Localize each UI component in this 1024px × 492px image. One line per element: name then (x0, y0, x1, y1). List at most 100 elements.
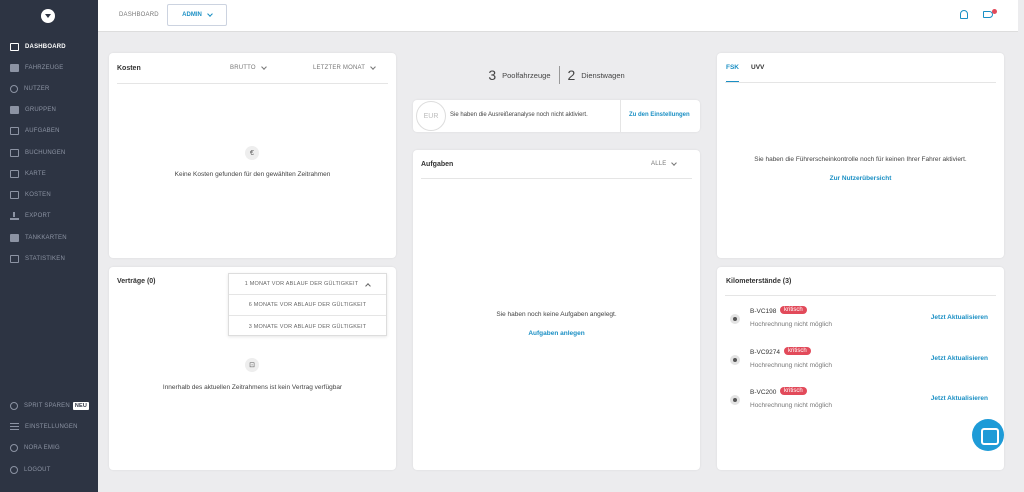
pool-count: 3 (488, 67, 497, 83)
sidebar-item-label: AUFGABEN (25, 128, 60, 134)
card-title: Verträge (0) (117, 278, 156, 285)
status-badge: kritisch (784, 347, 811, 355)
map-icon (10, 170, 19, 178)
sidebar-item-buchungen[interactable]: BUCHUNGEN (0, 144, 98, 162)
sidebar-item-label: NORA EMIG (24, 445, 60, 451)
notification-dot (992, 9, 997, 14)
settings-link[interactable]: Zu den Einstellungen (629, 112, 690, 118)
clipboard-icon (10, 127, 19, 135)
sidebar-item-logout[interactable]: LOGOUT (0, 461, 98, 479)
plate: B-VC200 (750, 389, 777, 396)
vertraege-dropdown: 1 MONAT VOR ABLAUF DER GÜLTIGKEIT 6 MONA… (228, 273, 387, 336)
update-link[interactable]: Jetzt Aktualisieren (931, 395, 988, 402)
sidebar-item-export[interactable]: EXPORT (0, 207, 98, 225)
eur-text: Sie haben die Ausreißeranalyse noch nich… (450, 112, 588, 118)
car-icon (10, 64, 19, 72)
sidebar-item-nutzer[interactable]: NUTZER (0, 80, 98, 98)
car-icon: ⊡ (245, 358, 259, 372)
user-icon (10, 85, 18, 93)
dropdown-selected[interactable]: 1 MONAT VOR ABLAUF DER GÜLTIGKEIT (229, 274, 386, 295)
sidebar-item-gruppen[interactable]: GRUPPEN (0, 101, 98, 119)
clock-icon (730, 314, 740, 324)
breadcrumb[interactable]: DASHBOARD (119, 12, 159, 18)
chevron-down-icon (206, 11, 213, 17)
kosten-card: Kosten BRUTTO LETZTER MONAT € Keine Kost… (109, 53, 396, 258)
select-label: BRUTTO (230, 65, 256, 71)
top-bar: DASHBOARD ADMIN (98, 0, 1018, 32)
dropdown-option[interactable]: 6 MONATE VOR ABLAUF DER GÜLTIGKEIT (229, 295, 386, 316)
empty-message: Keine Kosten gefunden für den gewählten … (174, 171, 331, 178)
tab-fsk[interactable]: FSK (726, 64, 739, 71)
km-row: B-VC198 kritisch Hochrechnung nicht mögl… (717, 304, 1004, 344)
sidebar-item-label: EXPORT (25, 213, 51, 219)
sidebar-item-sprit-sparen[interactable]: SPRIT SPAREN NEU (0, 397, 98, 415)
period-select[interactable]: LETZTER MONAT (313, 64, 376, 71)
filter-select[interactable]: ALLE (651, 160, 678, 167)
tab-uvv[interactable]: UVV (751, 64, 764, 71)
sidebar-item-karte[interactable]: KARTE (0, 165, 98, 183)
chevron-up-icon (365, 282, 372, 289)
euro-icon: € (245, 146, 259, 160)
sidebar-item-statistiken[interactable]: STATISTIKEN (0, 250, 98, 268)
update-link[interactable]: Jetzt Aktualisieren (931, 355, 988, 362)
calendar-icon (10, 149, 19, 157)
sidebar-item-einstellungen[interactable]: EINSTELLUNGEN (0, 418, 98, 436)
user-icon (10, 402, 18, 410)
km-row: B-VC9274 kritisch Hochrechnung nicht mög… (717, 345, 1004, 385)
status-badge: kritisch (780, 387, 807, 395)
sidebar-item-aufgaben[interactable]: AUFGABEN (0, 122, 98, 140)
clock-icon (730, 355, 740, 365)
chat-icon[interactable] (972, 419, 1004, 451)
logo-icon[interactable] (41, 9, 55, 23)
note: Hochrechnung nicht möglich (750, 402, 833, 409)
brutto-select[interactable]: BRUTTO (230, 64, 267, 71)
user-overview-link[interactable]: Zur Nutzerübersicht (717, 175, 1004, 182)
card-title: Kosten (117, 65, 141, 72)
sliders-icon (10, 423, 19, 431)
chevron-down-icon (370, 64, 376, 70)
sidebar-item-tankkarten[interactable]: TANKKARTEN (0, 229, 98, 247)
user-icon (10, 444, 18, 452)
divider (620, 100, 621, 132)
divider (725, 295, 996, 296)
chart-icon (10, 255, 19, 263)
sidebar-item-label: EINSTELLUNGEN (25, 424, 78, 430)
km-row: B-VC200 kritisch Hochrechnung nicht mögl… (717, 385, 1004, 425)
sidebar-item-label: KOSTEN (25, 192, 51, 198)
select-label: LETZTER MONAT (313, 65, 366, 71)
note: Hochrechnung nicht möglich (750, 362, 833, 369)
clock-icon (730, 395, 740, 405)
power-icon (10, 466, 18, 474)
sidebar-item-label: NUTZER (24, 86, 50, 92)
chevron-down-icon (671, 160, 678, 166)
sidebar-item-kosten[interactable]: KOSTEN (0, 186, 98, 204)
dropdown-option[interactable]: 3 MONATE VOR ABLAUF DER GÜLTIGKEIT (229, 316, 386, 337)
sidebar-item-fahrzeuge[interactable]: FAHRZEUGE (0, 59, 98, 77)
select-label: ALLE (651, 161, 667, 167)
download-icon (10, 212, 19, 220)
eur-badge: EUR (416, 101, 446, 131)
create-task-link[interactable]: Aufgaben anlegen (413, 330, 700, 337)
fleet-summary: 3 Poolfahrzeuge 2 Dienstwagen (413, 66, 700, 84)
dashboard-icon (10, 43, 19, 51)
sidebar-item-label: LOGOUT (24, 467, 51, 473)
sidebar-item-label: BUCHUNGEN (25, 150, 66, 156)
divider (117, 83, 388, 84)
divider (725, 82, 996, 83)
chevron-down-icon (260, 64, 267, 70)
aufgaben-card: Aufgaben ALLE Sie haben noch keine Aufga… (413, 150, 700, 470)
divider (558, 66, 560, 84)
admin-label: ADMIN (182, 12, 202, 18)
bell-icon[interactable] (960, 10, 968, 19)
fuel-icon (10, 234, 19, 242)
sidebar-item-label: GRUPPEN (25, 107, 57, 113)
sidebar-item-dashboard[interactable]: DASHBOARD (0, 38, 98, 56)
note: Hochrechnung nicht möglich (750, 321, 833, 328)
admin-dropdown[interactable]: ADMIN (167, 4, 227, 26)
sidebar-item-label: TANKKARTEN (25, 235, 67, 241)
sidebar-item-profile[interactable]: NORA EMIG (0, 439, 98, 457)
sidebar-item-label: FAHRZEUGE (25, 65, 64, 71)
update-link[interactable]: Jetzt Aktualisieren (931, 314, 988, 321)
credit-card-icon (10, 191, 19, 199)
divider (421, 178, 692, 179)
